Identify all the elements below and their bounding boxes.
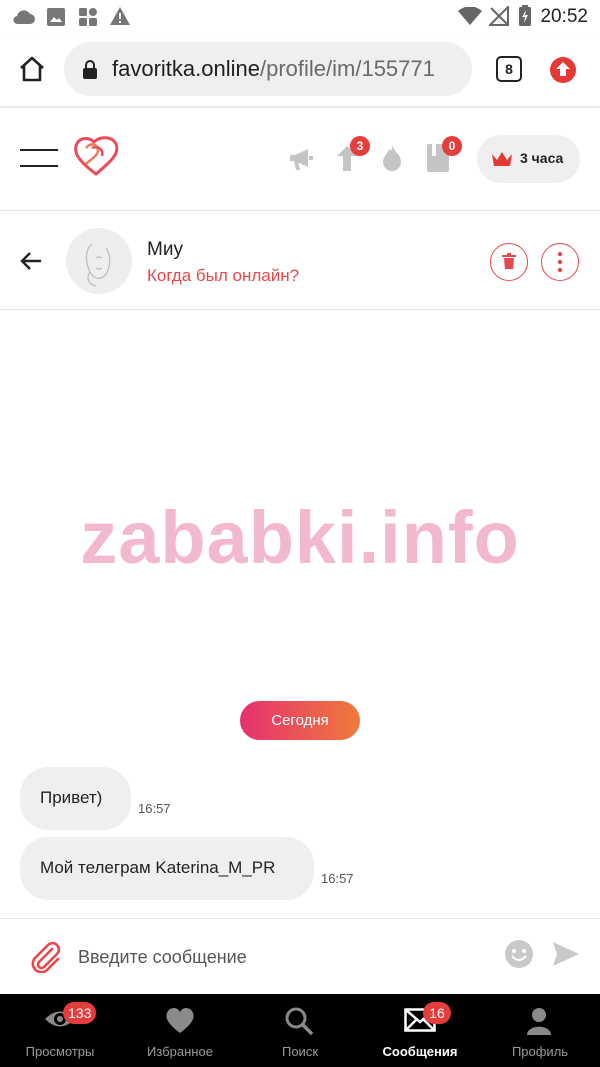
delete-chat-button[interactable] [490,243,528,281]
nav-label: Избранное [147,1044,213,1059]
face-sketch-icon [85,243,111,287]
url-text: favoritka.online/profile/im/155771 [112,56,435,82]
message-text: Привет) [40,788,103,807]
paperclip-icon[interactable] [28,939,62,973]
message-bubble[interactable]: Привет) [20,767,131,830]
message-composer [0,918,600,995]
nav-views[interactable]: 133 Просмотры [0,994,120,1067]
address-bar[interactable]: favoritka.online/profile/im/155771 [64,42,472,96]
lock-icon [83,60,97,79]
last-online-link[interactable]: Когда был онлайн? [147,266,299,286]
site-header: 3 0 3 часа [0,108,600,211]
tab-switcher-button[interactable]: 8 [496,56,522,82]
send-icon[interactable] [552,941,580,967]
chat-header: Миу Когда был онлайн? [0,211,600,310]
premium-button[interactable]: 3 часа [477,135,580,183]
heart-icon [166,1007,194,1033]
search-icon [285,1007,314,1036]
nav-label: Профиль [511,1044,569,1059]
warning-icon [110,7,130,25]
message-input[interactable] [70,939,506,975]
url-domain: favoritka.online [112,56,260,81]
update-icon[interactable] [549,56,577,84]
premium-label: 3 часа [520,150,564,166]
cloud-icon [13,10,35,25]
wifi-icon [458,7,482,25]
avatar[interactable] [66,228,132,294]
nav-profile[interactable]: Профиль [480,994,600,1067]
nav-label: Поиск [281,1044,319,1059]
status-bar: 20:52 [0,0,600,34]
messages-badge: 16 [423,1002,451,1024]
contact-name: Миу [147,239,183,260]
message-time: 16:57 [321,871,354,886]
bottom-navigation: 133 Просмотры Избранное Поиск 16 Сообщен… [0,994,600,1067]
notes-badge: 0 [442,136,462,156]
nav-favorites[interactable]: Избранное [120,994,240,1067]
status-time: 20:52 [540,6,588,27]
emoji-icon[interactable] [504,939,534,969]
apps-icon [79,8,97,26]
raise-badge: 3 [350,136,370,156]
more-options-button[interactable] [541,243,579,281]
megaphone-icon[interactable] [288,146,314,172]
image-icon [47,8,65,26]
person-icon [527,1008,551,1035]
trash-icon [502,253,516,269]
views-badge: 133 [63,1002,97,1024]
battery-icon [519,5,531,26]
fire-icon[interactable] [381,144,403,172]
nav-messages[interactable]: 16 Сообщения [360,994,480,1067]
crown-icon [492,152,512,166]
nav-search[interactable]: Поиск [240,994,360,1067]
message-text: Мой телеграм Katerina_M_PR [40,858,276,877]
more-vertical-icon [557,251,563,273]
date-separator: Сегодня [240,701,360,740]
nav-label: Просмотры [25,1044,95,1059]
nav-label: Сообщения [382,1044,458,1059]
site-logo[interactable] [72,134,120,178]
browser-toolbar: favoritka.online/profile/im/155771 8 [0,34,600,106]
message-bubble[interactable]: Мой телеграм Katerina_M_PR [20,837,314,900]
back-arrow-icon[interactable] [20,251,42,271]
watermark-text: zababki.info [80,496,520,579]
home-icon[interactable] [18,56,46,82]
url-path: /profile/im/155771 [259,56,435,81]
no-signal-icon [489,6,509,26]
menu-icon[interactable] [20,148,58,168]
message-time: 16:57 [138,801,171,816]
